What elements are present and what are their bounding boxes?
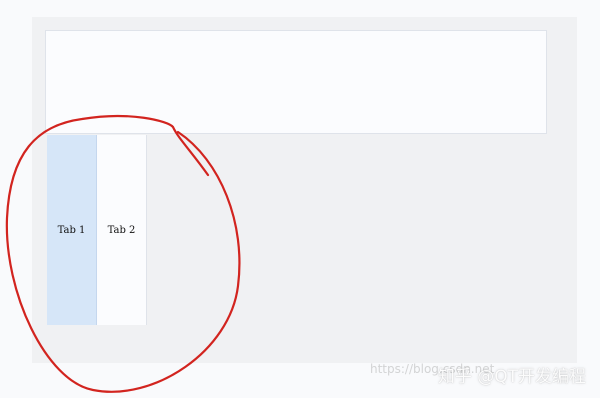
tab-2-label: Tab 2 bbox=[107, 224, 136, 236]
tab-content-panel bbox=[45, 30, 547, 134]
screenshot-stage: Tab 1 Tab 2 https://blog.csdn.net 知乎 @QT… bbox=[0, 0, 600, 398]
tab-bar: Tab 1 Tab 2 bbox=[47, 135, 147, 325]
tab-1-label: Tab 1 bbox=[57, 224, 86, 236]
tab-1[interactable]: Tab 1 bbox=[47, 135, 97, 325]
tab-2[interactable]: Tab 2 bbox=[97, 135, 147, 325]
zhihu-brand-watermark: 知乎 @QT开发编程 bbox=[437, 367, 586, 387]
